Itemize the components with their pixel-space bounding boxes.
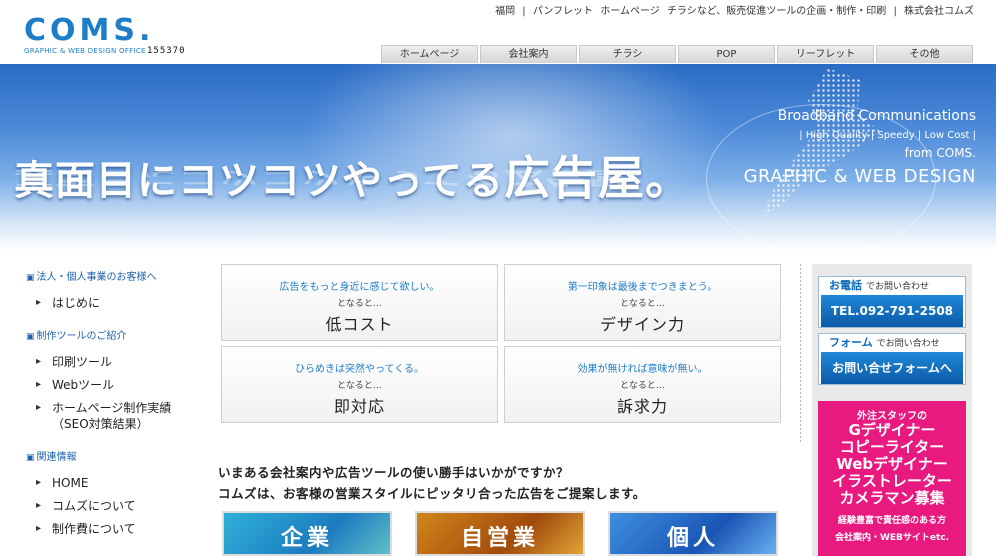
intro-text: いまある会社案内や広告ツールの使い勝手はいかがですか？ コムズは、お客様の営業ス…: [218, 462, 646, 504]
recruit-note: 経験豊富で責任感のある方: [837, 516, 946, 526]
recruit-note2: 会社案内・WEBサイトetc.: [834, 533, 950, 543]
logo-subtitle: GRAPHIC & WEB DESIGN OFFICE: [24, 47, 146, 55]
feature-question: ひらめきは突然やってくる。: [295, 364, 424, 375]
recruit-role: Gデザイナー: [848, 421, 936, 439]
logo[interactable]: COMS. GRAPHIC & WEB DESIGN OFFICE: [24, 13, 155, 56]
top-link[interactable]: ホームページ: [600, 6, 660, 17]
feature-then: となると…: [337, 299, 382, 309]
top-link[interactable]: 福岡: [495, 6, 515, 17]
tab-leaflet[interactable]: リーフレット: [777, 45, 874, 63]
hero-from: from COMS.: [904, 146, 976, 160]
tab-other[interactable]: その他: [876, 45, 973, 63]
tab-flyer[interactable]: チラシ: [579, 45, 676, 63]
hero-design: GRAPHIC & WEB DESIGN: [743, 166, 976, 187]
sidebar-item-intro[interactable]: はじめに: [26, 295, 206, 311]
feature-design: 第一印象は最後までつきまとう。 となると… デザイン力: [504, 264, 781, 341]
sidebar-item-print[interactable]: 印刷ツール: [26, 354, 206, 370]
sidebar-item-home[interactable]: HOME: [26, 475, 206, 491]
sidebar-heading: 法人・個人事業のお客様へ: [26, 268, 206, 283]
top-link[interactable]: 株式会社コムズ: [904, 6, 974, 17]
recruit-role: コピーライター: [839, 438, 945, 456]
hero-tagline: Broadband Communications: [777, 108, 976, 124]
phone-contact-title: お電話 でお問い合わせ: [829, 279, 930, 292]
feature-then: となると…: [337, 381, 382, 391]
category-corporate-button[interactable]: 企業: [222, 511, 392, 556]
sidebar-item-web[interactable]: Webツール: [26, 377, 206, 393]
feature-question: 広告をもっと身近に感じて欲しい。: [279, 282, 440, 293]
feature-keyword: 即対応: [333, 397, 385, 416]
logo-text: COMS.: [24, 13, 155, 48]
feature-keyword: 訴求力: [616, 397, 668, 416]
sidebar-item-price[interactable]: 制作費について: [26, 521, 206, 537]
feature-then: となると…: [620, 381, 665, 391]
feature-low-cost: 広告をもっと身近に感じて欲しい。 となると… 低コスト: [221, 264, 498, 341]
top-separator: |: [893, 6, 897, 17]
tab-company[interactable]: 会社案内: [480, 45, 577, 63]
recruit-role: Webデザイナー: [836, 455, 948, 473]
feature-keyword: デザイン力: [599, 315, 685, 334]
hero-banner: 真面目にコツコツやってる広告屋。 真面目にコツコツやってる広告屋。 Broadb…: [0, 64, 996, 250]
hero-headline-reflection: 真面目にコツコツやってる広告屋。: [14, 166, 668, 188]
feature-speed: ひらめきは突然やってくる。 となると… 即対応: [221, 346, 498, 423]
contact-form-button[interactable]: お問い合せフォームへ: [821, 352, 963, 384]
top-breadcrumb: 福岡 | パンフレット ホームページ チラシなど、販売促進ツールの企画・制作・印…: [493, 2, 976, 17]
intro-line: いまある会社案内や広告ツールの使い勝手はいかがですか？: [218, 465, 570, 480]
category-selfemployed-button[interactable]: 自営業: [415, 511, 585, 556]
sidebar: 法人・個人事業のお客様へ はじめに 制作ツールのご紹介 印刷ツール Webツール…: [26, 268, 206, 553]
feature-question: 第一印象は最後までつきまとう。: [567, 282, 718, 293]
sidebar-heading: 制作ツールのご紹介: [26, 327, 206, 342]
access-counter: 155370: [147, 46, 186, 56]
tab-pop[interactable]: POP: [678, 45, 775, 63]
recruit-role: イラストレーター: [832, 472, 952, 490]
feature-then: となると…: [620, 299, 665, 309]
intro-line: コムズは、お客様の営業スタイルにピッタリ合った広告をご提案します。: [218, 486, 646, 501]
tab-homepage[interactable]: ホームページ: [381, 45, 478, 63]
recruit-role: カメラマン募集: [839, 489, 945, 507]
phone-contact-box[interactable]: お電話 でお問い合わせ TEL.092-791-2508: [818, 276, 966, 328]
sidebar-item-about[interactable]: コムズについて: [26, 498, 206, 514]
feature-question: 効果が無ければ意味が無い。: [577, 364, 708, 375]
recruit-lead: 外注スタッフの: [857, 411, 927, 422]
feature-keyword: 低コスト: [325, 315, 394, 334]
hero-features: | High Quality | Speedy | Low Cost |: [799, 130, 976, 141]
top-separator: |: [522, 6, 526, 17]
category-individual-button[interactable]: 個人: [608, 511, 778, 556]
feature-appeal: 効果が無ければ意味が無い。 となると… 訴求力: [504, 346, 781, 423]
sidebar-item-works[interactable]: ホームページ制作実績（SEO対策結果）: [26, 400, 206, 432]
form-contact-title: フォーム でお問い合わせ: [829, 336, 940, 349]
form-contact-box[interactable]: フォーム でお問い合わせ お問い合せフォームへ: [818, 333, 966, 385]
top-link[interactable]: パンフレット: [533, 6, 593, 17]
phone-number: TEL.092-791-2508: [821, 295, 963, 327]
top-link[interactable]: チラシなど、販売促進ツールの企画・制作・印刷: [667, 6, 886, 17]
recruit-banner[interactable]: 外注スタッフの Gデザイナー コピーライター Webデザイナー イラストレーター…: [818, 401, 966, 556]
main-tabs: ホームページ 会社案内 チラシ POP リーフレット その他: [381, 45, 973, 63]
column-divider: [800, 264, 804, 444]
sidebar-heading: 関連情報: [26, 448, 206, 463]
